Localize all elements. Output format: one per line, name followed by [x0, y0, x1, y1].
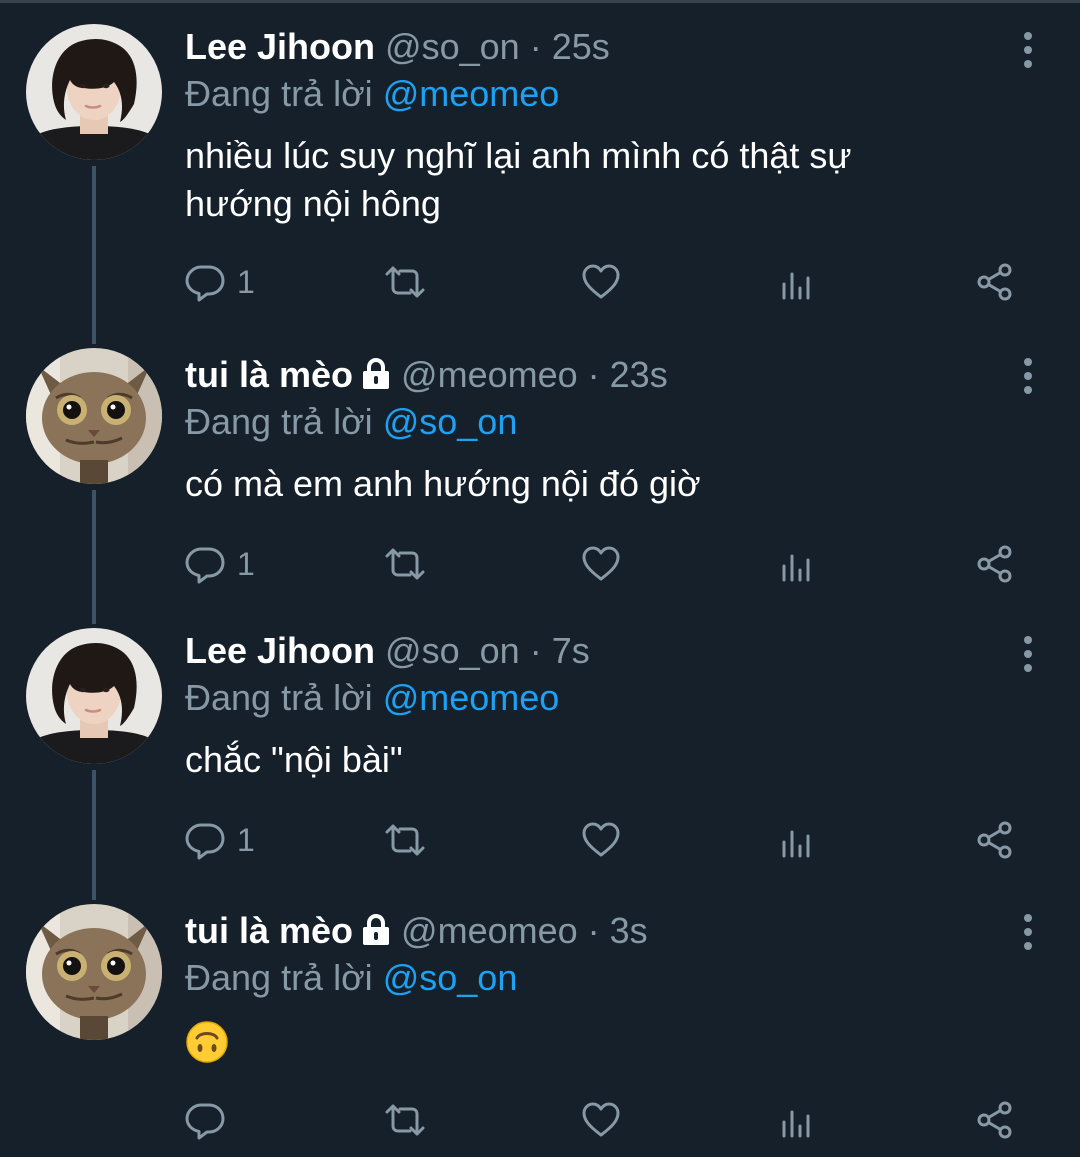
share-icon — [975, 544, 1015, 584]
cat-avatar-image — [26, 904, 162, 1040]
timestamp[interactable]: · 23s — [588, 354, 668, 395]
like-icon — [581, 544, 621, 584]
share-button[interactable] — [975, 818, 1015, 862]
replying-to: Đang trả lời @meomeo — [185, 70, 1010, 118]
display-name[interactable]: tui là mèo — [185, 910, 353, 951]
tweet-text — [185, 1016, 1010, 1064]
replying-to: Đang trả lời @meomeo — [185, 674, 1010, 722]
more-icon[interactable] — [1022, 636, 1034, 672]
display-name[interactable]: Lee Jihoon — [185, 26, 375, 67]
share-icon — [975, 262, 1015, 302]
retweet-button[interactable] — [383, 542, 427, 586]
thread-line — [92, 166, 96, 344]
person-avatar-image — [26, 628, 162, 764]
tweet-actions: 1 — [185, 818, 1025, 862]
lock-icon — [361, 914, 391, 946]
avatar[interactable] — [26, 348, 162, 484]
replying-to: Đang trả lời @so_on — [185, 954, 1010, 1002]
analytics-button[interactable] — [777, 818, 817, 862]
analytics-icon — [777, 262, 817, 302]
more-icon[interactable] — [1022, 32, 1034, 68]
reply-icon — [185, 544, 225, 584]
analytics-icon — [777, 820, 817, 860]
user-handle[interactable]: @so_on — [385, 26, 520, 67]
user-handle[interactable]: @meomeo — [401, 910, 578, 951]
more-icon[interactable] — [1022, 358, 1034, 394]
tweet-text-line: nhiều lúc suy nghĩ lại anh mình có thật … — [185, 135, 852, 176]
reply-mention[interactable]: @meomeo — [383, 677, 560, 718]
lock-icon — [361, 358, 391, 390]
display-name[interactable]: tui là mèo — [185, 354, 353, 395]
share-button[interactable] — [975, 542, 1015, 586]
share-icon — [975, 820, 1015, 860]
analytics-button[interactable] — [777, 542, 817, 586]
reply-count: 1 — [237, 545, 255, 582]
reply-button[interactable]: 1 — [185, 542, 255, 586]
reply-prefix: Đang trả lời — [185, 73, 373, 114]
timestamp[interactable]: · 3s — [588, 910, 648, 951]
tweet-text-line: hướng nội hông — [185, 183, 441, 224]
tweet-actions: 1 — [185, 542, 1025, 586]
retweet-icon — [383, 262, 427, 302]
avatar[interactable] — [26, 628, 162, 764]
tweet-text: có mà em anh hướng nội đó giờ — [185, 460, 1010, 508]
person-avatar-image — [26, 24, 162, 160]
reply-icon — [185, 820, 225, 860]
tweet-text-line: có mà em anh hướng nội đó giờ — [185, 463, 701, 504]
avatar[interactable] — [26, 904, 162, 1040]
thread-line — [92, 770, 96, 900]
reply-icon — [185, 1100, 225, 1140]
like-icon — [581, 262, 621, 302]
replying-to: Đang trả lời @so_on — [185, 398, 1010, 446]
analytics-button[interactable] — [777, 1098, 817, 1142]
analytics-icon — [777, 544, 817, 584]
like-button[interactable] — [581, 260, 621, 304]
user-handle[interactable]: @meomeo — [401, 354, 578, 395]
reply-button[interactable] — [185, 1098, 225, 1142]
reply-count: 1 — [237, 263, 255, 300]
upside-down-face-emoji-icon — [185, 1020, 229, 1064]
top-divider — [0, 0, 1080, 3]
share-button[interactable] — [975, 260, 1015, 304]
tweet-actions: 1 — [185, 260, 1025, 304]
like-icon — [581, 1100, 621, 1140]
user-handle[interactable]: @so_on — [385, 630, 520, 671]
reply-button[interactable]: 1 — [185, 260, 255, 304]
more-icon[interactable] — [1022, 914, 1034, 950]
reply-prefix: Đang trả lời — [185, 401, 373, 442]
reply-icon — [185, 262, 225, 302]
timestamp[interactable]: · 25s — [530, 26, 610, 67]
retweet-icon — [383, 820, 427, 860]
retweet-icon — [383, 544, 427, 584]
display-name[interactable]: Lee Jihoon — [185, 630, 375, 671]
share-icon — [975, 1100, 1015, 1140]
like-button[interactable] — [581, 542, 621, 586]
reply-button[interactable]: 1 — [185, 818, 255, 862]
share-button[interactable] — [975, 1098, 1015, 1142]
like-icon — [581, 820, 621, 860]
like-button[interactable] — [581, 818, 621, 862]
like-button[interactable] — [581, 1098, 621, 1142]
retweet-icon — [383, 1100, 427, 1140]
reply-mention[interactable]: @so_on — [383, 957, 518, 998]
tweet-text-line: chắc "nội bài" — [185, 739, 403, 780]
reply-mention[interactable]: @meomeo — [383, 73, 560, 114]
analytics-button[interactable] — [777, 260, 817, 304]
analytics-icon — [777, 1100, 817, 1140]
tweet-actions — [185, 1098, 1025, 1142]
retweet-button[interactable] — [383, 260, 427, 304]
avatar[interactable] — [26, 24, 162, 160]
tweet-text: nhiều lúc suy nghĩ lại anh mình có thật … — [185, 132, 1010, 228]
tweet-text: chắc "nội bài" — [185, 736, 1010, 784]
retweet-button[interactable] — [383, 1098, 427, 1142]
reply-prefix: Đang trả lời — [185, 957, 373, 998]
reply-count: 1 — [237, 821, 255, 858]
retweet-button[interactable] — [383, 818, 427, 862]
cat-avatar-image — [26, 348, 162, 484]
reply-mention[interactable]: @so_on — [383, 401, 518, 442]
thread-line — [92, 490, 96, 624]
timestamp[interactable]: · 7s — [530, 630, 590, 671]
reply-prefix: Đang trả lời — [185, 677, 373, 718]
